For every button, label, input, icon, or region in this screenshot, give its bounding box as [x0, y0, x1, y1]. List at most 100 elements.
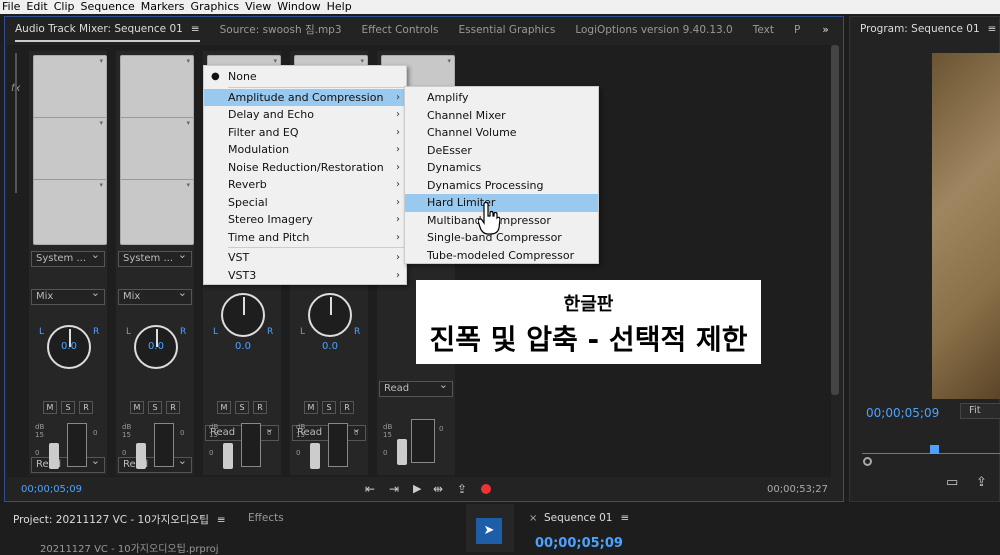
mute-button[interactable]: M: [217, 401, 231, 414]
panel-menu-icon[interactable]: ≡: [988, 23, 997, 35]
menu-item-vst[interactable]: VST ›: [204, 249, 406, 267]
solo-button[interactable]: S: [61, 401, 75, 414]
submenu-item-deesser[interactable]: DeEsser: [405, 142, 598, 160]
menu-markers[interactable]: Markers: [139, 0, 187, 14]
export-frame-icon[interactable]: ⇪: [976, 475, 987, 490]
effects-slots[interactable]: [33, 55, 107, 245]
panel-menu-icon[interactable]: ≡: [191, 23, 200, 35]
project-panel-tab[interactable]: Project: 20211127 VC - 10가지오디오팁 ≡: [13, 512, 226, 527]
menu-item-filter-eq[interactable]: Filter and EQ ›: [204, 124, 406, 142]
mute-button[interactable]: M: [304, 401, 318, 414]
selection-tool-icon[interactable]: ➤: [476, 518, 502, 544]
vertical-scrollbar[interactable]: [831, 45, 839, 395]
submenu-item-channel-volume[interactable]: Channel Volume: [405, 124, 598, 142]
safe-margins-icon[interactable]: ▭: [946, 475, 958, 490]
record-icon[interactable]: [481, 484, 491, 494]
sequence-tab[interactable]: Sequence 01 ≡: [544, 512, 629, 524]
menu-clip[interactable]: Clip: [52, 0, 77, 14]
solo-button[interactable]: S: [235, 401, 249, 414]
close-sequence-icon[interactable]: ×: [529, 513, 537, 524]
mix-select[interactable]: Mix: [118, 286, 192, 305]
submenu-item-amplify[interactable]: Amplify: [405, 89, 598, 107]
tab-logioptions[interactable]: LogiOptions version 9.40.13.0: [575, 17, 732, 43]
submenu-item-dynamics[interactable]: Dynamics: [405, 159, 598, 177]
menu-item-special[interactable]: Special ›: [204, 194, 406, 212]
more-tabs-icon[interactable]: »: [822, 17, 828, 43]
go-to-out-icon[interactable]: ⇥: [389, 482, 399, 496]
menu-window[interactable]: Window: [275, 0, 322, 14]
program-monitor-title[interactable]: Program: Sequence 01 ≡: [860, 23, 996, 35]
menu-file[interactable]: File: [0, 0, 22, 14]
tab-audio-track-mixer[interactable]: Audio Track Mixer: Sequence 01 ≡: [15, 18, 200, 42]
solo-button[interactable]: S: [322, 401, 336, 414]
panel-menu-icon[interactable]: ≡: [621, 512, 630, 524]
zoom-fit-select[interactable]: Fit: [960, 403, 1000, 419]
sequence-timecode[interactable]: 00;00;05;09: [535, 536, 623, 551]
menu-item-none[interactable]: ● None: [204, 68, 406, 86]
submenu-item-single-band-compressor[interactable]: Single-band Compressor: [405, 229, 598, 247]
volume-fader[interactable]: [223, 443, 233, 469]
submenu-item-tube-modeled-compressor[interactable]: Tube-modeled Compressor: [405, 247, 598, 265]
volume-fader[interactable]: [310, 443, 320, 469]
record-arm-button[interactable]: R: [253, 401, 267, 414]
tab-text[interactable]: Text: [753, 17, 774, 43]
menu-view[interactable]: View: [243, 0, 273, 14]
submenu-item-channel-mixer[interactable]: Channel Mixer: [405, 107, 598, 125]
submenu-item-dynamics-processing[interactable]: Dynamics Processing: [405, 177, 598, 195]
tab-effect-controls[interactable]: Effect Controls: [362, 17, 439, 43]
menu-help[interactable]: Help: [325, 0, 354, 14]
playhead-marker[interactable]: [930, 445, 939, 454]
zoom-handle[interactable]: [863, 457, 872, 466]
export-icon[interactable]: ⇪: [457, 482, 467, 496]
tab-essential-graphics[interactable]: Essential Graphics: [459, 17, 556, 43]
volume-fader[interactable]: [136, 443, 146, 469]
volume-fader[interactable]: [397, 439, 407, 465]
go-to-in-icon[interactable]: ⇤: [365, 482, 375, 496]
tab-p[interactable]: P: [794, 17, 800, 43]
submenu-item-hard-limiter[interactable]: Hard Limiter: [405, 194, 598, 212]
menu-graphics[interactable]: Graphics: [189, 0, 242, 14]
menu-item-stereo-imagery[interactable]: Stereo Imagery ›: [204, 211, 406, 229]
loop-icon[interactable]: ⇹: [433, 482, 443, 496]
record-arm-button[interactable]: R: [79, 401, 93, 414]
record-arm-button[interactable]: R: [340, 401, 354, 414]
menu-item-vst3[interactable]: VST3 ›: [204, 267, 406, 285]
record-arm-button[interactable]: R: [166, 401, 180, 414]
mute-button[interactable]: M: [43, 401, 57, 414]
menu-item-delay-echo[interactable]: Delay and Echo ›: [204, 106, 406, 124]
menu-item-noise-reduction[interactable]: Noise Reduction/Restoration ›: [204, 159, 406, 177]
menu-item-time-pitch[interactable]: Time and Pitch ›: [204, 229, 406, 247]
program-timecode[interactable]: 00;00;05;09: [866, 406, 939, 420]
menu-edit[interactable]: Edit: [24, 0, 49, 14]
project-file-item[interactable]: 20211127 VC - 10가지오디오팁.prproj: [40, 540, 219, 555]
menu-item-reverb[interactable]: Reverb ›: [204, 176, 406, 194]
menu-item-amplitude-compression[interactable]: Amplitude and Compression ›: [204, 88, 406, 106]
mute-button[interactable]: M: [130, 401, 144, 414]
db-label: dB: [383, 423, 393, 431]
current-timecode[interactable]: 00;00;05;09: [21, 484, 82, 495]
volume-fader[interactable]: [49, 443, 59, 469]
menu-item-label: Special: [228, 195, 268, 209]
submenu-item-multiband-compressor[interactable]: Multiband Compressor: [405, 212, 598, 230]
submenu-arrow-icon: ›: [396, 109, 400, 120]
panel-menu-icon[interactable]: ≡: [217, 514, 226, 526]
output-route-select[interactable]: System ...: [31, 248, 105, 267]
panel-tab-row: Audio Track Mixer: Sequence 01 ≡ Source: …: [5, 17, 843, 43]
pan-knob[interactable]: [308, 293, 352, 337]
output-route-select[interactable]: System ...: [118, 248, 192, 267]
meter-0-label: 0: [180, 429, 185, 437]
menu-item-modulation[interactable]: Modulation ›: [204, 141, 406, 159]
db-0-label: 0: [209, 449, 214, 457]
effects-panel-tab[interactable]: Effects: [248, 512, 284, 524]
tab-source[interactable]: Source: swoosh 짐.mp3: [220, 17, 342, 43]
automation-select[interactable]: Read: [379, 378, 453, 397]
solo-button[interactable]: S: [148, 401, 162, 414]
menu-sequence[interactable]: Sequence: [79, 0, 137, 14]
effects-slots[interactable]: [120, 55, 194, 245]
meter-0-label: 0: [439, 425, 444, 433]
pan-knob[interactable]: [221, 293, 265, 337]
play-icon[interactable]: ▶: [413, 482, 421, 495]
project-tab-label: Project: 20211127 VC - 10가지오디오팁: [13, 514, 209, 526]
sequence-tab-label: Sequence 01: [544, 512, 613, 524]
mix-select[interactable]: Mix: [31, 286, 105, 305]
